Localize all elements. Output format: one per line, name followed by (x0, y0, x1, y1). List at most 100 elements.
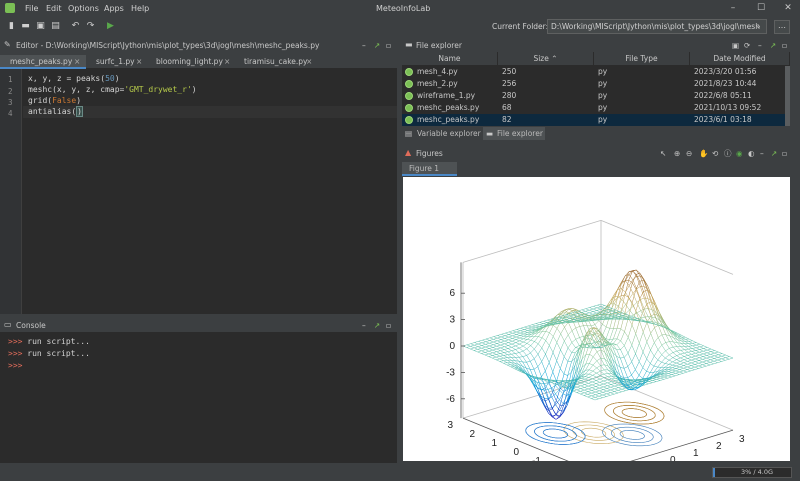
open-folder-icon[interactable]: ▬ (20, 21, 31, 32)
close-tab-icon[interactable]: × (306, 55, 312, 69)
mesh-line (632, 270, 637, 275)
mesh-line (531, 326, 536, 329)
panel-undock-icon[interactable]: ↗ (374, 318, 380, 333)
mesh-line (717, 359, 722, 362)
mesh-line (500, 343, 505, 346)
mesh-line (642, 367, 647, 372)
mesh-line (679, 369, 684, 372)
mesh-line (598, 395, 603, 398)
panel-undock-icon[interactable]: ↗ (374, 38, 380, 53)
mesh-line (687, 354, 692, 356)
menu-edit[interactable]: Edit (46, 4, 62, 13)
editor-icon: ✎ (4, 40, 11, 49)
close-tab-icon[interactable]: × (74, 55, 80, 69)
bracket-match: ) (76, 106, 83, 117)
tab-surfc-1[interactable]: surfc_1.py × (86, 55, 146, 69)
mesh-line (660, 379, 665, 381)
mesh-line (606, 386, 611, 389)
panel-undock-icon[interactable]: ↗ (771, 146, 777, 161)
refresh-icon[interactable]: ⟳ (744, 38, 750, 53)
identify-icon[interactable]: ⓘ (724, 146, 732, 161)
select-icon[interactable]: ↖ (660, 146, 666, 161)
scrollbar[interactable] (785, 66, 790, 126)
panel-maximize-icon[interactable]: ▫ (782, 38, 787, 53)
mesh-line (584, 391, 589, 394)
mesh-line (614, 379, 619, 381)
mesh-line (614, 387, 619, 390)
mesh-line (484, 353, 489, 356)
current-folder-field[interactable]: D:\Working\MIScript\Jython\mis\plot_type… (547, 19, 767, 34)
panel-maximize-icon[interactable]: ▫ (386, 318, 391, 333)
panel-minimize-icon[interactable]: – (362, 318, 366, 333)
menu-file[interactable]: File (25, 4, 38, 13)
properties-icon[interactable]: ◐ (748, 146, 755, 161)
tab-blooming-light[interactable]: blooming_light.py × (146, 55, 236, 69)
column-header-date[interactable]: Date Modified (690, 52, 790, 65)
panel-minimize-icon[interactable]: – (758, 38, 762, 53)
mesh-line (534, 343, 539, 350)
zoom-in-icon[interactable]: ⊕ (674, 146, 680, 161)
maximize-icon[interactable]: ☐ (754, 2, 768, 14)
mesh-line (687, 369, 691, 372)
mesh-line (600, 303, 605, 306)
mesh-line (717, 355, 722, 358)
mesh-line (635, 361, 640, 370)
panel-undock-icon[interactable]: ↗ (770, 38, 776, 53)
file-row[interactable]: mesh_2.py 256 py 2021/8/23 10:44 (402, 78, 790, 90)
rotate-icon[interactable]: ⟲ (712, 146, 718, 161)
mesh-line (657, 359, 662, 363)
close-tab-icon[interactable]: × (136, 55, 142, 69)
browse-folder-button[interactable]: … (774, 20, 790, 34)
figure-canvas[interactable]: 630-3-63210-1-2-3-3-2-10123 (403, 177, 790, 481)
column-header-name[interactable]: Name (402, 52, 498, 65)
redo-icon[interactable]: ↷ (85, 21, 96, 32)
tab-tiramisu-cake[interactable]: tiramisu_cake.py × (234, 55, 318, 69)
new-file-icon[interactable]: ▮ (6, 21, 17, 32)
file-row[interactable]: wireframe_1.py 280 py 2022/6/8 05:11 (402, 90, 790, 102)
mesh-line (611, 377, 616, 380)
column-header-size[interactable]: Size ⌃ (498, 52, 594, 65)
close-tab-icon[interactable]: × (224, 55, 230, 69)
open-folder-icon[interactable]: ▣ (732, 38, 739, 53)
mesh-line (507, 354, 512, 358)
menu-apps[interactable]: Apps (104, 4, 124, 13)
mesh-line (623, 366, 628, 369)
panel-maximize-icon[interactable]: ▫ (386, 38, 391, 53)
file-row[interactable]: meshc_peaks.py 82 py 2023/6/1 03:18 (402, 114, 790, 126)
console-output[interactable]: >>> run script... >>> run script... >>> (0, 332, 397, 481)
zoom-out-icon[interactable]: ⊖ (686, 146, 692, 161)
mesh-line (560, 327, 565, 334)
minimize-icon[interactable]: – (726, 2, 740, 14)
mesh-line (537, 337, 543, 344)
tab-meshc-peaks[interactable]: meshc_peaks.py × (0, 55, 86, 69)
panel-minimize-icon[interactable]: – (362, 38, 366, 53)
contour-line (572, 424, 615, 441)
pan-icon[interactable]: ✋ (699, 146, 708, 161)
undo-icon[interactable]: ↶ (70, 21, 81, 32)
mesh-line (684, 346, 689, 350)
panel-minimize-icon[interactable]: – (760, 146, 764, 161)
python-file-icon (405, 68, 413, 76)
menu-options[interactable]: Options (68, 4, 99, 13)
mesh-line (497, 340, 501, 343)
mesh-line (725, 354, 730, 357)
file-row[interactable]: mesh_4.py 250 py 2023/3/20 01:56 (402, 66, 790, 78)
column-header-type[interactable]: File Type (594, 52, 690, 65)
mesh-line (592, 384, 596, 387)
mesh-line (695, 355, 700, 358)
globe-icon[interactable]: ◉ (736, 146, 743, 161)
chevron-down-icon[interactable]: ⌄ (755, 21, 762, 30)
run-icon[interactable]: ▶ (105, 21, 116, 32)
tab-figure-1[interactable]: Figure 1 (402, 162, 457, 176)
save-all-icon[interactable]: ▤ (50, 21, 61, 32)
code-editor[interactable]: 1 2 3 4 x, y, z = peaks(50) meshc(x, y, … (0, 69, 397, 314)
close-icon[interactable]: ✕ (781, 2, 795, 14)
menu-help[interactable]: Help (131, 4, 149, 13)
save-icon[interactable]: ▣ (35, 21, 46, 32)
tab-variable-explorer[interactable]: ▤ Variable explorer (402, 127, 482, 140)
file-row[interactable]: meshc_peaks.py 68 py 2021/10/13 09:52 (402, 102, 790, 114)
panel-maximize-icon[interactable]: ▫ (782, 146, 787, 161)
mesh-line (504, 343, 509, 346)
mesh-line (680, 356, 685, 359)
tab-file-explorer[interactable]: ▬ File explorer (483, 127, 545, 140)
